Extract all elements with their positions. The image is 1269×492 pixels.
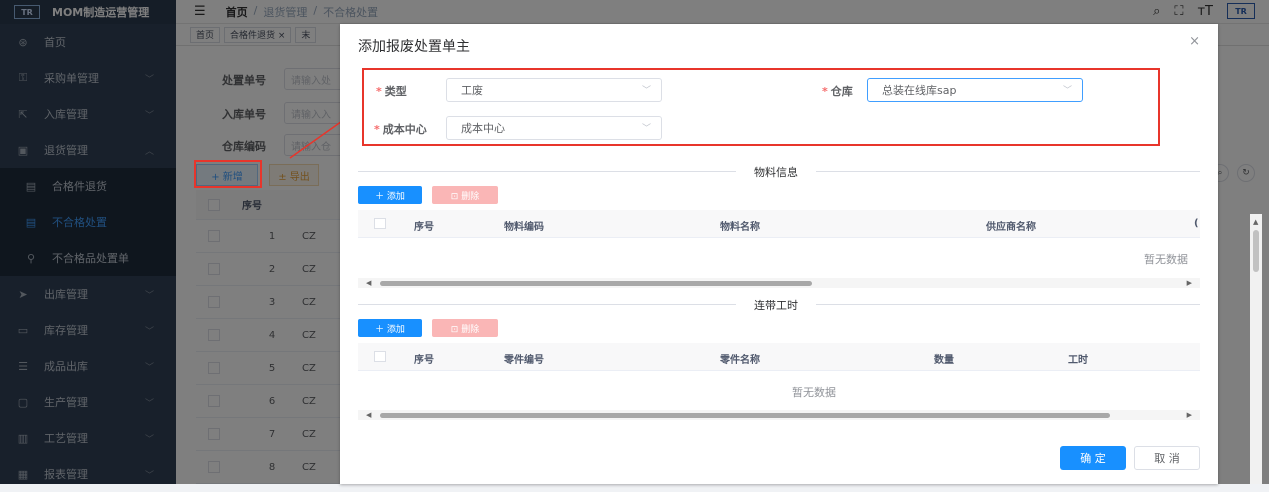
- labor-section-title: 连带工时: [736, 297, 816, 313]
- type-label: * 类型: [376, 85, 407, 98]
- warehouse-select-value: 总装在线库sap: [882, 84, 957, 97]
- chevron-down-icon: ﹀: [641, 124, 651, 134]
- labor-horizontal-scrollbar[interactable]: ◀ ▶: [358, 410, 1200, 420]
- labor-col-hours: 工时: [1068, 355, 1088, 366]
- page-vertical-scrollbar[interactable]: ▲: [1250, 214, 1262, 484]
- labor-add-button[interactable]: ＋ 添加: [358, 319, 422, 337]
- scrollbar-thumb[interactable]: [1253, 230, 1259, 272]
- labor-select-all-checkbox[interactable]: [374, 351, 386, 362]
- material-delete-button[interactable]: ⊡ 删除: [432, 186, 498, 204]
- scroll-up-icon[interactable]: ▲: [1253, 218, 1258, 226]
- material-col-name: 物料名称: [720, 222, 760, 233]
- add-scrap-disposal-dialog: 添加报废处置单主 × * 类型 工废 ﹀ * 仓库 总装在线库sap ﹀ * 成本中心…: [340, 24, 1218, 484]
- type-select[interactable]: 工废 ﹀: [446, 78, 662, 102]
- chevron-down-icon: ﹀: [641, 86, 651, 96]
- labor-table-header: 序号 零件编号 零件名称 数量 工时: [358, 343, 1200, 371]
- material-col-supplier: 供应商名称: [986, 222, 1036, 233]
- type-select-value: 工废: [461, 84, 483, 97]
- chevron-down-icon: ﹀: [1062, 86, 1072, 96]
- scrollbar-thumb[interactable]: [380, 281, 812, 286]
- cancel-button[interactable]: 取 消: [1134, 446, 1200, 470]
- labor-col-part-no: 零件编号: [504, 355, 544, 366]
- labor-empty-text: 暂无数据: [792, 386, 836, 399]
- close-icon[interactable]: ×: [1189, 34, 1200, 49]
- scroll-left-icon[interactable]: ◀: [366, 279, 371, 287]
- cost-center-label: * 成本中心: [374, 123, 427, 136]
- material-table-header: 序号 物料编码 物料名称 供应商名称 (: [358, 210, 1200, 238]
- scroll-right-icon[interactable]: ▶: [1187, 411, 1192, 419]
- labor-col-index: 序号: [414, 355, 434, 366]
- warehouse-select[interactable]: 总装在线库sap ﹀: [867, 78, 1083, 102]
- material-section-title: 物料信息: [736, 164, 816, 180]
- confirm-button[interactable]: 确 定: [1060, 446, 1126, 470]
- labor-col-part-name: 零件名称: [720, 355, 760, 366]
- cost-center-select-value: 成本中心: [461, 122, 505, 135]
- labor-col-quantity: 数量: [934, 355, 954, 366]
- material-select-all-checkbox[interactable]: [374, 218, 386, 229]
- scroll-left-icon[interactable]: ◀: [366, 411, 371, 419]
- cost-center-select[interactable]: 成本中心 ﹀: [446, 116, 662, 140]
- scrollbar-thumb[interactable]: [380, 413, 1110, 418]
- material-empty-text: 暂无数据: [1144, 253, 1188, 266]
- scroll-right-icon[interactable]: ▶: [1187, 279, 1192, 287]
- material-col-more: (: [1194, 218, 1199, 229]
- dialog-title: 添加报废处置单主: [358, 39, 470, 55]
- material-col-code: 物料编码: [504, 222, 544, 233]
- material-add-button[interactable]: ＋ 添加: [358, 186, 422, 204]
- labor-delete-button[interactable]: ⊡ 删除: [432, 319, 498, 337]
- material-col-index: 序号: [414, 222, 434, 233]
- warehouse-label: * 仓库: [822, 85, 853, 98]
- material-horizontal-scrollbar[interactable]: ◀ ▶: [358, 278, 1200, 288]
